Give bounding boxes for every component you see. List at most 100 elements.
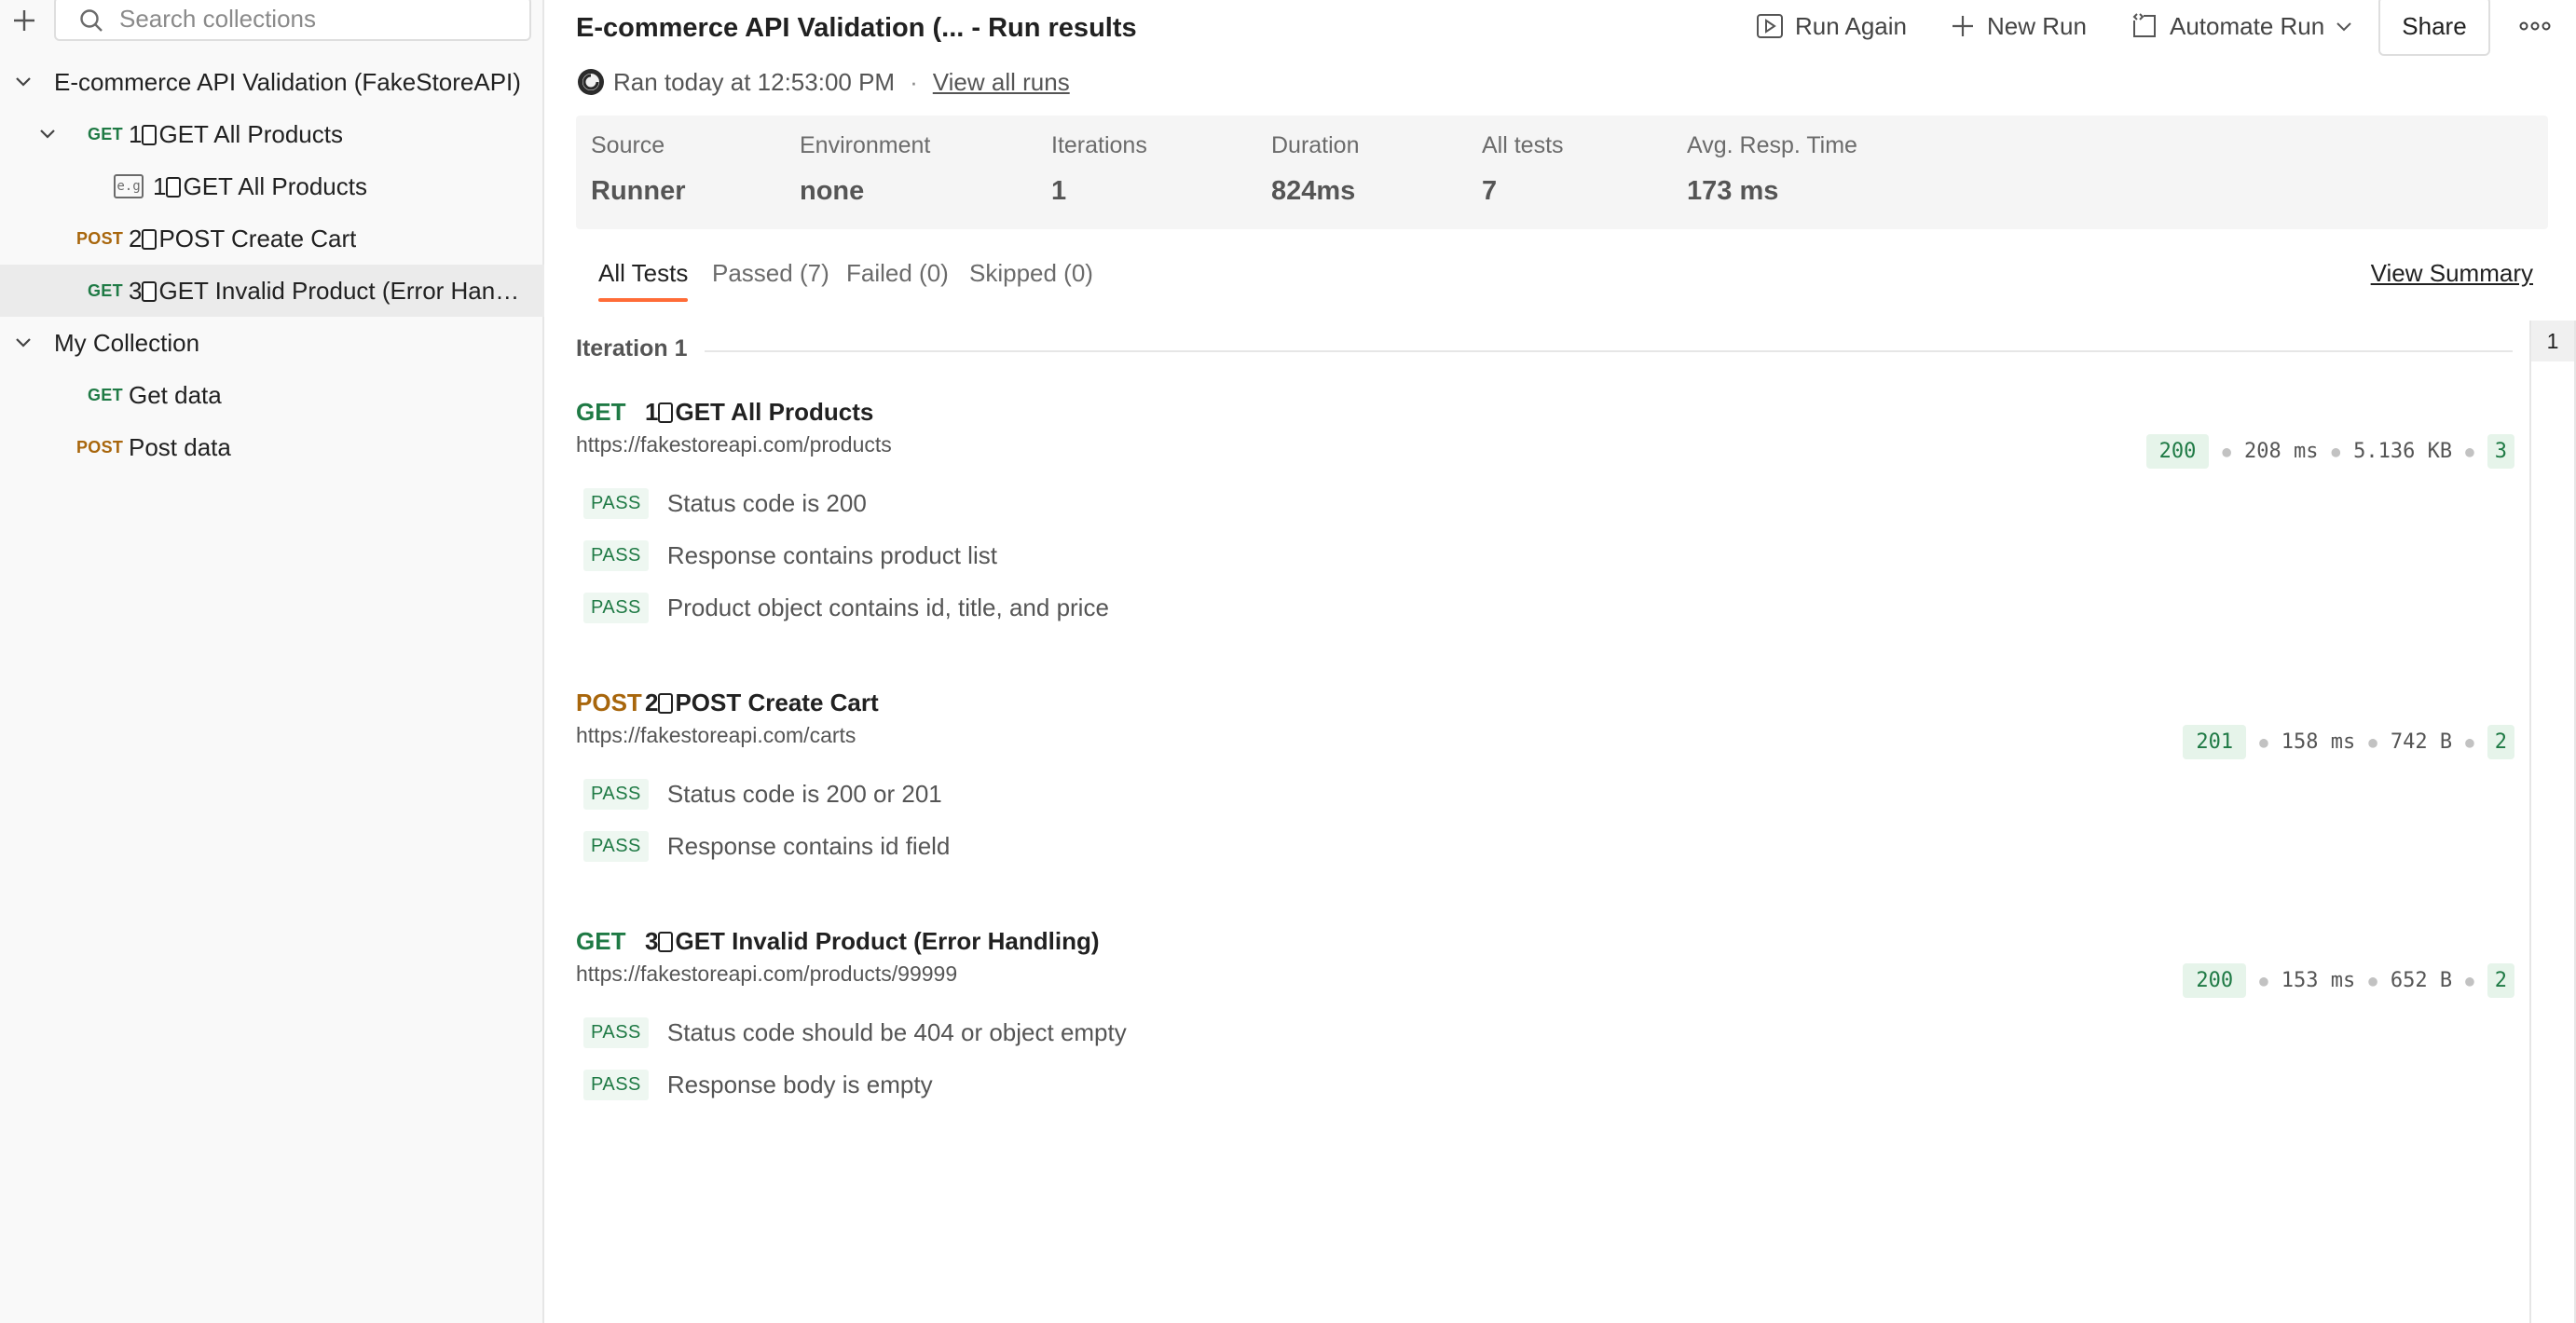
request-header[interactable]: POST 2 POST Create Cart: [576, 686, 879, 719]
new-run-button[interactable]: New Run: [1950, 7, 2087, 45]
sidebar-request-2[interactable]: POST 2 POST Create Cart: [0, 212, 544, 265]
stat-value: Runner: [591, 176, 686, 206]
request-header[interactable]: GET 3 GET Invalid Product (Error Handling…: [576, 924, 1100, 958]
more-icon[interactable]: [2516, 13, 2554, 39]
glyph-box-icon: [658, 931, 674, 952]
run-again-label: Run Again: [1795, 11, 1907, 40]
test-count-badge: 3: [2487, 433, 2514, 469]
share-button[interactable]: Share: [2378, 0, 2490, 56]
automate-run-label: Automate Run: [2170, 11, 2325, 40]
glyph-box-icon: [658, 402, 674, 423]
collection-my-collection[interactable]: My Collection: [0, 317, 544, 369]
request-number: 3: [645, 926, 659, 955]
chevron-down-icon[interactable]: [35, 122, 60, 146]
automate-run-button[interactable]: Automate Run: [2131, 7, 2354, 45]
view-summary-link[interactable]: View Summary: [2371, 259, 2533, 288]
tab-skipped[interactable]: Skipped (0): [969, 259, 1093, 288]
separator-dot: ●: [2259, 732, 2268, 751]
separator-dot: ●: [2259, 971, 2268, 989]
request-name: POST Create Cart: [158, 224, 357, 252]
iteration-label: Iteration 1: [576, 335, 688, 361]
sidebar-request-post-data[interactable]: POST Post data: [0, 421, 544, 473]
collection-name: My Collection: [54, 328, 200, 357]
test-name: Status code is 200 or 201: [666, 779, 942, 808]
method-badge: POST: [76, 228, 124, 248]
request-number: 2: [129, 224, 143, 252]
method-badge: GET: [88, 385, 123, 404]
request-label: 3 GET Invalid Product (Error Handl...: [129, 277, 529, 306]
pass-badge: PASS: [583, 539, 649, 571]
stat-value: 173 ms: [1687, 176, 1779, 206]
glyph-box-icon: [142, 280, 158, 302]
response-meta: 201 ● 158 ms ● 742 B ● 2: [2183, 723, 2514, 760]
stat-label: Environment: [800, 132, 931, 158]
sidebar-request-1[interactable]: GET 1 GET All Products: [0, 108, 544, 160]
method-badge: GET: [88, 124, 123, 143]
request-label: 1 GET All Products: [129, 120, 343, 149]
pass-badge: PASS: [583, 830, 649, 862]
stat-iterations: Iterations 1: [1051, 132, 1147, 207]
pass-badge: PASS: [583, 592, 649, 623]
request-header[interactable]: GET 1 GET All Products: [576, 395, 873, 429]
request-name: POST Create Cart: [675, 688, 879, 716]
stat-label: Avg. Resp. Time: [1687, 132, 1857, 158]
sidebar-request-3[interactable]: GET 3 GET Invalid Product (Error Handl...: [0, 265, 544, 317]
plus-icon: [1953, 16, 1973, 36]
test-result: PASS Response contains id field: [583, 827, 950, 865]
request-url: https://fakestoreapi.com/products: [576, 432, 892, 457]
stat-value: none: [800, 176, 865, 206]
example-label: 1 GET All Products: [153, 172, 367, 201]
iteration-gutter: 1: [2529, 321, 2576, 1323]
test-name: Status code is 200: [666, 488, 867, 517]
request-name: Post data: [129, 432, 231, 461]
automate-icon: [2132, 13, 2156, 37]
iteration-number-button[interactable]: 1: [2531, 321, 2574, 361]
test-result: PASS Response contains product list: [583, 537, 997, 574]
collection-name: E-commerce API Validation (FakeStoreAPI): [54, 67, 521, 96]
pass-badge: PASS: [583, 487, 649, 519]
page-title: E-commerce API Validation (... - Run res…: [576, 13, 1137, 43]
request-name: GET All Products: [158, 119, 343, 148]
stat-environment: Environment none: [800, 132, 930, 207]
sidebar-request-get-data[interactable]: GET Get data: [0, 369, 544, 421]
stat-label: Duration: [1271, 132, 1360, 158]
request-name: GET All Products: [675, 397, 874, 426]
search-input[interactable]: [119, 2, 511, 35]
chevron-down-icon[interactable]: [11, 70, 35, 94]
glyph-box-icon: [142, 228, 158, 250]
request-number: 1: [645, 397, 659, 426]
chevron-down-icon[interactable]: [11, 331, 35, 355]
new-run-label: New Run: [1987, 11, 2087, 40]
tab-failed[interactable]: Failed (0): [846, 259, 949, 288]
response-meta: 200 ● 208 ms ● 5.136 KB ● 3: [2145, 432, 2514, 470]
stat-avg-resp-time: Avg. Resp. Time 173 ms: [1687, 132, 1857, 207]
runner-icon: [578, 69, 604, 95]
test-result: PASS Product object contains id, title, …: [583, 589, 1109, 626]
pass-badge: PASS: [583, 778, 649, 810]
run-again-button[interactable]: Run Again: [1756, 7, 1907, 45]
request-name: Get data: [129, 380, 222, 409]
separator-dot: ●: [2368, 971, 2377, 989]
chevron-down-icon: [2336, 22, 2351, 32]
sidebar-example-1[interactable]: e.g 1 GET All Products: [0, 160, 544, 212]
response-meta: 200 ● 153 ms ● 652 B ● 2: [2183, 962, 2514, 999]
plus-icon[interactable]: [9, 6, 39, 35]
stat-label: Source: [591, 132, 665, 158]
tab-passed[interactable]: Passed (7): [712, 259, 829, 288]
response-time: 158 ms: [2281, 730, 2356, 754]
stat-value: 1: [1051, 176, 1067, 206]
test-name: Response contains product list: [666, 540, 997, 569]
request-name: GET Invalid Product (Error Handling): [675, 926, 1100, 955]
search-box[interactable]: [54, 0, 531, 41]
status-badge: 201: [2183, 724, 2247, 759]
separator-dot: ●: [2331, 442, 2341, 460]
collection-ecommerce[interactable]: E-commerce API Validation (FakeStoreAPI): [0, 56, 544, 108]
request-title: 3 GET Invalid Product (Error Handling): [645, 927, 1100, 956]
separator-dot: ●: [2465, 442, 2474, 460]
run-stats: Source Runner Environment none Iteration…: [576, 116, 2548, 229]
tab-all-tests[interactable]: All Tests: [598, 259, 688, 288]
request-label: 2 POST Create Cart: [129, 225, 356, 253]
view-all-runs-link[interactable]: View all runs: [933, 68, 1070, 97]
request-url: https://fakestoreapi.com/carts: [576, 723, 856, 747]
stat-value: 824ms: [1271, 176, 1356, 206]
